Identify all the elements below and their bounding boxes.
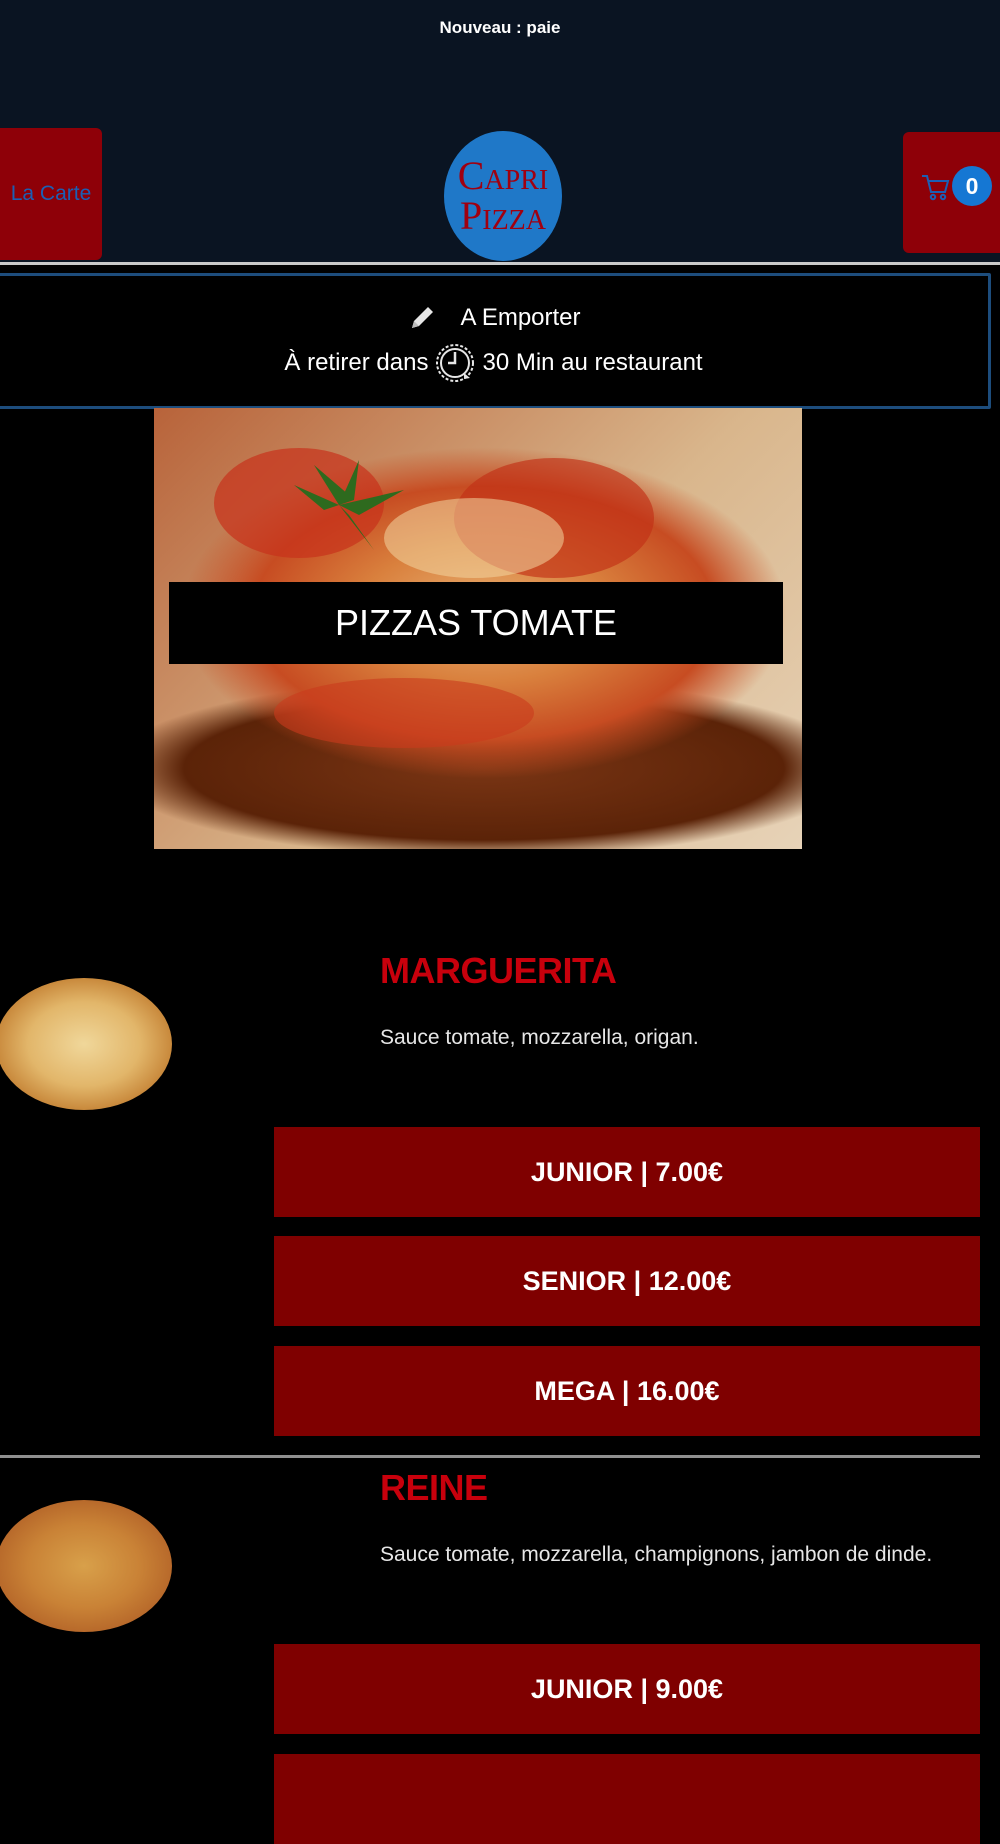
item-divider — [0, 1455, 980, 1458]
basil-leaves-icon — [294, 460, 404, 550]
price-button-mega[interactable]: MEGA | 16.00€ — [274, 1346, 980, 1436]
category-banner: PIZZAS TOMATE — [154, 408, 802, 849]
cart-icon — [922, 175, 950, 201]
price-button-junior[interactable]: JUNIOR | 7.00€ — [274, 1127, 980, 1217]
header-divider — [0, 262, 1000, 265]
pencil-icon — [412, 307, 434, 328]
announcement-text: Nouveau : paie — [439, 18, 561, 37]
menu-button[interactable]: La Carte — [0, 128, 102, 260]
logo-line-2: Pizza — [460, 193, 546, 238]
item-description: Sauce tomate, mozzarella, champignons, j… — [380, 1543, 933, 1566]
price-button-senior[interactable] — [274, 1754, 980, 1844]
order-mode-panel[interactable]: A Emporter À retirer dans 30 Min au rest… — [0, 273, 991, 409]
logo-line-1: Capri — [457, 153, 549, 198]
clock-icon — [436, 344, 475, 382]
cart-button[interactable]: 0 — [903, 132, 1000, 253]
logo[interactable]: Capri Pizza — [444, 131, 562, 261]
price-button-senior[interactable]: SENIOR | 12.00€ — [274, 1236, 980, 1326]
item-title: REINE — [380, 1467, 488, 1508]
item-description: Sauce tomate, mozzarella, origan. — [380, 1026, 699, 1049]
order-mode-label: A Emporter — [460, 304, 581, 331]
pickup-suffix: 30 Min au restaurant — [482, 349, 703, 376]
item-title: MARGUERITA — [380, 950, 617, 991]
header-bar: Nouveau : paie La Carte Capri Pizza 0 — [0, 0, 1000, 264]
pickup-prefix: À retirer dans — [284, 349, 429, 376]
margherita-thumbnail — [0, 978, 172, 1110]
cart-count-badge: 0 — [952, 166, 992, 206]
price-button-junior[interactable]: JUNIOR | 9.00€ — [274, 1644, 980, 1734]
category-title: PIZZAS TOMATE — [169, 582, 783, 664]
menu-button-label: La Carte — [10, 182, 92, 205]
reine-thumbnail — [0, 1500, 172, 1632]
